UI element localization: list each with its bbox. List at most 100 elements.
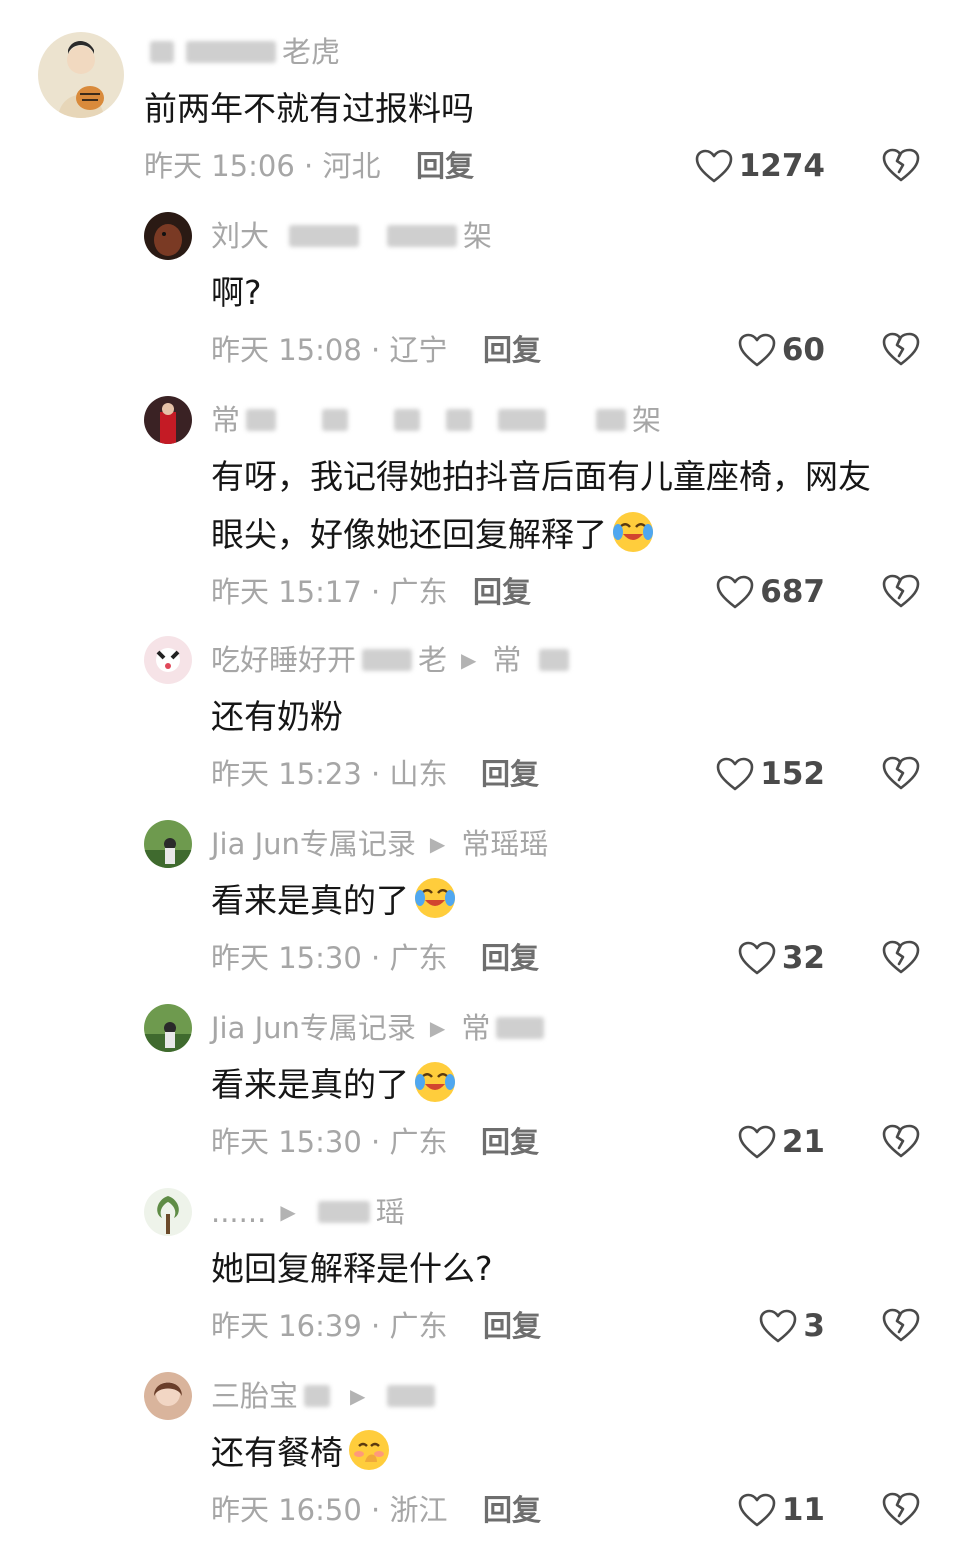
avatar[interactable] (144, 1372, 192, 1420)
dislike-button[interactable] (882, 756, 920, 790)
like-button[interactable]: 1274 (695, 148, 825, 184)
dislike-button[interactable] (882, 940, 920, 974)
reply-button[interactable]: 回复 (481, 940, 539, 976)
triangle-right-icon: ▶ (429, 1016, 446, 1040)
dislike-button[interactable] (882, 1492, 920, 1526)
comment-text: 还有奶粉 (211, 697, 343, 736)
comment-author[interactable]: 常 架 (211, 402, 661, 438)
comment-text: 她回复解释是什么? (211, 1249, 493, 1288)
like-count: 1274 (738, 148, 825, 184)
reply-to-user[interactable]: 常 (461, 1010, 490, 1046)
reply-to-user[interactable]: 瑶 (376, 1194, 405, 1230)
reply-button[interactable]: 回复 (483, 1308, 541, 1344)
redacted-name (186, 41, 276, 63)
like-count: 21 (781, 1124, 825, 1160)
comment-meta: 昨天 15:23 · 山东 (211, 757, 448, 791)
redacted-name (387, 225, 458, 247)
comment-author[interactable]: Jia Jun专属记录 ▶ 常瑶瑶 (211, 826, 548, 862)
comment-item: Jia Jun专属记录 ▶ 常 看来是真的了 昨天 15:30 · 广东 回复 … (0, 992, 960, 1176)
heart-outline-icon (738, 333, 776, 367)
avatar[interactable] (144, 396, 192, 444)
broken-heart-icon (882, 332, 920, 366)
broken-heart-icon (882, 940, 920, 974)
avatar[interactable] (144, 636, 192, 684)
comment-item: 刘大 架 啊? 昨天 15:08 · 辽宁 回复 60 (0, 200, 960, 380)
redacted-name (322, 409, 349, 431)
dislike-button[interactable] (882, 1124, 920, 1158)
laugh-cry-emoji-icon (611, 510, 655, 554)
redacted-name (317, 1201, 370, 1223)
comment-author[interactable]: ...... ▶ 瑶 (211, 1194, 405, 1230)
broken-heart-icon (882, 574, 920, 608)
comment-author[interactable]: Jia Jun专属记录 ▶ 常 (211, 1010, 550, 1046)
heart-outline-icon (738, 1493, 776, 1527)
laugh-cry-emoji-icon (413, 876, 457, 920)
avatar[interactable] (144, 1188, 192, 1236)
reply-button[interactable]: 回复 (416, 148, 474, 184)
comment-author[interactable]: 三胎宝 ▶ (211, 1378, 441, 1414)
comment-item: 三胎宝 ▶ 还有餐椅 昨天 16:50 · 浙江 回复 11 (0, 1360, 960, 1560)
reply-button[interactable]: 回复 (481, 756, 539, 792)
comment-text: 前两年不就有过报料吗 (144, 89, 474, 128)
triangle-right-icon: ▶ (350, 1384, 366, 1408)
avatar[interactable] (144, 820, 192, 868)
like-button[interactable]: 32 (738, 940, 825, 976)
dislike-button[interactable] (882, 1308, 920, 1342)
broken-heart-icon (882, 1124, 920, 1158)
comment-text: 有呀，我记得她拍抖音后面有儿童座椅，网友 眼尖，好像她还回复解释了 (211, 457, 871, 554)
avatar[interactable] (144, 212, 192, 260)
broken-heart-icon (882, 1308, 920, 1342)
like-button[interactable]: 21 (738, 1124, 825, 1160)
comment-meta: 昨天 15:30 · 广东 (211, 941, 448, 975)
comment-author[interactable]: 吃好睡好开 老 ▶ 常 (211, 642, 575, 678)
like-count: 3 (803, 1308, 825, 1344)
redacted-name (496, 1017, 545, 1039)
comment-meta: 昨天 15:17 · 广东 (211, 575, 448, 609)
comment-item: 老虎 前两年不就有过报料吗 昨天 15:06 · 河北 回复 1274 (0, 0, 960, 200)
like-count: 152 (760, 756, 825, 792)
dislike-button[interactable] (882, 332, 920, 366)
avatar[interactable] (144, 1004, 192, 1052)
reply-to-user[interactable]: 常 (492, 642, 521, 678)
like-button[interactable]: 152 (716, 756, 825, 792)
triangle-right-icon: ▶ (280, 1200, 296, 1224)
dislike-button[interactable] (882, 574, 920, 608)
like-count: 60 (781, 332, 825, 368)
reply-to-user[interactable]: 常瑶瑶 (461, 826, 548, 862)
reply-button[interactable]: 回复 (483, 1492, 541, 1528)
redacted-name (498, 409, 547, 431)
avatar[interactable] (38, 32, 124, 118)
like-count: 32 (781, 940, 825, 976)
like-button[interactable]: 11 (738, 1492, 825, 1528)
comment-text: 看来是真的了 (211, 1056, 457, 1114)
triangle-right-icon: ▶ (461, 648, 477, 672)
heart-outline-icon (716, 757, 754, 791)
reply-button[interactable]: 回复 (481, 1124, 539, 1160)
comment-text: 啊? (211, 273, 262, 312)
reply-button[interactable]: 回复 (473, 574, 531, 610)
comment-item: 常 架 有呀，我记得她拍抖音后面有儿童座椅，网友 眼尖，好像她还回复解释了 昨天… (0, 384, 960, 624)
comment-author[interactable]: 刘大 架 (211, 218, 492, 254)
comment-author[interactable]: 老虎 (144, 34, 340, 70)
triangle-right-icon: ▶ (429, 832, 446, 856)
comment-meta: 昨天 15:30 · 广东 (211, 1125, 448, 1159)
reply-button[interactable]: 回复 (483, 332, 541, 368)
comment-text: 看来是真的了 (211, 872, 457, 930)
like-count: 687 (760, 574, 825, 610)
redacted-name (387, 1385, 436, 1407)
comment-meta: 昨天 15:06 · 河北 (144, 149, 381, 183)
like-count: 11 (781, 1492, 825, 1528)
comment-text: 还有餐椅 (211, 1424, 391, 1482)
heart-outline-icon (716, 575, 754, 609)
dislike-button[interactable] (882, 148, 920, 182)
heart-outline-icon (695, 149, 733, 183)
like-button[interactable]: 687 (716, 574, 825, 610)
redacted-name (596, 409, 627, 431)
redacted-name (150, 41, 174, 63)
like-button[interactable]: 60 (738, 332, 825, 368)
redacted-name (362, 649, 413, 671)
like-button[interactable]: 3 (759, 1308, 825, 1344)
broken-heart-icon (882, 756, 920, 790)
comment-meta: 昨天 15:08 · 辽宁 (211, 333, 448, 367)
redacted-name (539, 649, 570, 671)
